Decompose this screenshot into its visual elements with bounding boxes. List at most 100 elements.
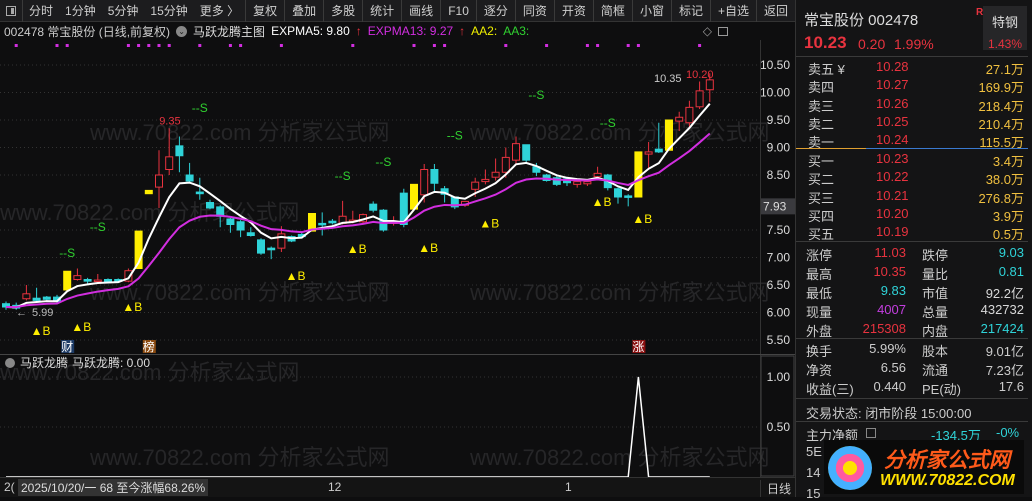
flower-logo-icon — [828, 446, 872, 490]
list-icon[interactable] — [866, 428, 876, 438]
formula-name[interactable]: 马跃龙腾主图 — [193, 23, 265, 40]
panel-toggle-icon[interactable] — [6, 5, 17, 16]
candle-body — [481, 178, 490, 183]
indicator-divider[interactable] — [0, 354, 795, 355]
toolbar-button[interactable]: +自选 — [709, 0, 756, 22]
bids-row[interactable]: 买二 10.22 38.0万 — [796, 169, 1028, 187]
period-tab[interactable]: 分时 — [23, 0, 59, 22]
signal-dot — [504, 44, 508, 47]
cursor-date-info: 2025/10/20/一 68 至今涨幅68.26% — [18, 479, 209, 496]
stat-label: 现量 — [806, 305, 833, 320]
toolbar-button[interactable]: 多股 — [323, 0, 362, 22]
toolbar-button[interactable]: F10 — [440, 0, 476, 22]
bids-row[interactable]: 买五 10.19 0.5万 — [796, 224, 1028, 242]
bids-price: 10.20 — [876, 205, 909, 221]
stock-code-name: 002478 常宝股份 (日线,前复权) — [4, 24, 171, 39]
stat-label: PE(动) — [922, 382, 962, 397]
bids-label: 买一 — [808, 154, 835, 169]
stat-value: 0.440 — [873, 379, 906, 394]
site-logo-banner: 分析家公式网 WWW.70822.COM — [824, 440, 1024, 494]
watermark-text: www.70822.com 分析家公式网 — [89, 120, 390, 145]
signal-dot — [412, 44, 416, 47]
toolbar-button[interactable]: 复权 — [245, 0, 284, 22]
formula-dropdown-icon[interactable]: ⌄ — [176, 25, 188, 37]
candle-body — [63, 270, 72, 291]
y-tick-label: 10.00 — [760, 86, 790, 100]
window-toggle-icon[interactable] — [718, 26, 728, 36]
toolbar-button[interactable]: 画线 — [401, 0, 440, 22]
row-label: 5E — [806, 444, 822, 459]
toolbar-button[interactable]: 返回 — [755, 0, 795, 22]
candle-body — [654, 148, 663, 153]
row-label: 15 — [806, 486, 821, 501]
asks-volume: 218.4万 — [978, 98, 1024, 114]
stat-value: 11.03 — [874, 245, 906, 260]
signal-dot — [126, 44, 130, 47]
stat-label: 净资 — [806, 363, 833, 378]
candle-body — [83, 279, 92, 282]
toolbar: 分时 1分钟 5分钟 15分钟 更多 〉 复权 叠加 多股 统计 画线 F10 逐分 同资 开资 简框 小窗… — [0, 0, 795, 22]
trade-status: 交易状态: 闭市阶段 15:00:00 — [806, 406, 972, 421]
arrow-left-icon: ← — [16, 307, 27, 319]
toolbar-button[interactable]: 同资 — [514, 0, 554, 22]
candle-body — [206, 202, 214, 209]
kline-chart[interactable]: www.70822.com 分析家公式网 www.70822.com 分析家公式网… — [0, 0, 795, 497]
asks-label: 卖四 — [808, 80, 835, 96]
period-tab[interactable]: 5分钟 — [102, 0, 145, 22]
toolbar-button[interactable]: 开资 — [553, 0, 593, 22]
indicator-dropdown-icon — [5, 358, 15, 368]
stat-label: 总量 — [922, 305, 949, 320]
toolbar-button[interactable]: 标记 — [670, 0, 710, 22]
y-tick-label: 6.00 — [767, 306, 791, 320]
period-tab[interactable]: 15分钟 — [144, 0, 193, 22]
toolbar-button[interactable]: 统计 — [362, 0, 401, 22]
buy-signal: ▲B — [592, 195, 612, 209]
toolbar-button[interactable]: 逐分 — [475, 0, 515, 22]
candle-body — [675, 116, 684, 122]
row-label: 14 — [806, 465, 821, 480]
period-tab[interactable]: 更多 〉 — [194, 0, 245, 22]
toolbar-button[interactable]: 叠加 — [284, 0, 323, 22]
watermark-text: www.70822.com 分析家公式网 — [89, 445, 390, 470]
y-tick-label: 7.50 — [767, 223, 791, 237]
stat-label: 市值 — [922, 286, 949, 301]
stat-row: 外盘 215308 内盘 217424 — [796, 321, 1028, 339]
signal-dot — [596, 44, 600, 47]
stat-row: 现量 4007 总量 432732 — [796, 302, 1028, 320]
stat-row: 涨停 11.03 跌停 9.03 — [796, 245, 1028, 263]
date-axis-bar: 2( 2025/10/20/一 68 至今涨幅68.26% 12 1 日线 — [0, 477, 795, 497]
stat-value: 432732 — [980, 302, 1024, 317]
expma13-value: EXPMA13: 9.27 — [367, 24, 454, 38]
stat-row: 最高 10.35 量比 0.81 — [796, 264, 1028, 282]
stat-value: 9.83 — [880, 283, 906, 298]
bids-row[interactable]: 买一 10.23 3.4万 — [796, 151, 1028, 169]
candle-body — [593, 172, 602, 178]
sell-signal: --S — [59, 246, 75, 260]
candle-body — [369, 203, 378, 211]
bids-volume: 3.4万 — [992, 154, 1024, 169]
stat-label: 流通 — [922, 363, 949, 378]
toolbar-button[interactable]: 小窗 — [631, 0, 671, 22]
toolbar-button[interactable]: 简框 — [592, 0, 632, 22]
diamond-icon[interactable]: ◇ — [703, 24, 712, 38]
stat-value: 0.81 — [998, 264, 1024, 279]
watermark-text: www.70822.com 分析家公式网 — [469, 280, 770, 305]
month-tick: 1 — [565, 480, 572, 494]
up-arrow-icon: ↑ — [459, 24, 466, 38]
asks-row[interactable]: 卖四 10.27 169.9万 — [796, 77, 1028, 95]
asks-row[interactable]: 卖五 ¥ 10.28 27.1万 — [796, 59, 1028, 77]
candle-body — [644, 151, 653, 155]
period-label[interactable]: 日线 — [760, 480, 791, 497]
asks-price: 10.28 — [876, 59, 909, 74]
bids-row[interactable]: 买四 10.20 3.9万 — [796, 206, 1028, 224]
period-tab[interactable]: 1分钟 — [59, 0, 102, 22]
candle-body — [614, 188, 622, 198]
stat-value: 5.99% — [869, 341, 906, 356]
asks-label: 卖三 — [808, 98, 835, 114]
bids-row[interactable]: 买三 10.21 276.8万 — [796, 188, 1028, 206]
crosshair-price: 7.93 — [763, 199, 787, 213]
sell-signal: --S — [192, 101, 208, 115]
signal-dot — [626, 44, 630, 47]
asks-row[interactable]: 卖三 10.26 218.4万 — [796, 96, 1028, 114]
asks-row[interactable]: 卖二 10.25 210.4万 — [796, 114, 1028, 132]
